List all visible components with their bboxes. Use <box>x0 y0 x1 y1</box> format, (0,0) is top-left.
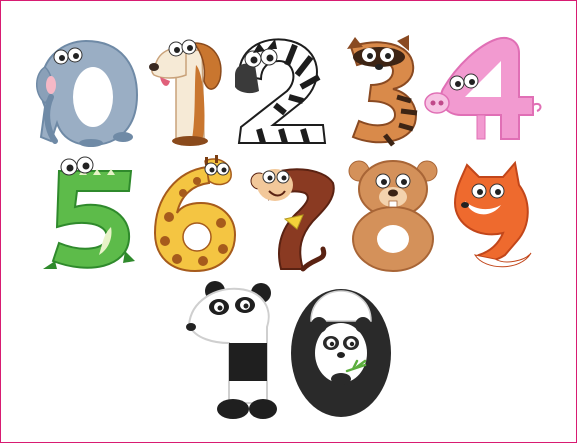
elephant-numeral-zero: 0 <box>31 37 141 149</box>
panda-numeral-zero: 0 <box>287 281 395 421</box>
crocodile-numeral-five: 5 <box>39 156 137 273</box>
pig-icon <box>424 37 542 140</box>
zebra-icon <box>235 38 327 144</box>
zebra-numeral-two: 2 <box>229 35 329 147</box>
giraffe-icon <box>153 155 237 273</box>
raccoon-numeral-three: 3 <box>337 35 423 147</box>
raccoon-icon <box>347 35 418 147</box>
dog-numeral-one: 1 <box>146 35 226 147</box>
pig-numeral-four: 4 <box>421 35 545 147</box>
bear-icon <box>348 160 438 272</box>
panda-numeral-one: 1 <box>181 281 277 421</box>
giraffe-numeral-six: 6 <box>147 155 241 273</box>
fox-icon <box>453 160 532 268</box>
monkey-numeral-seven: 7 <box>245 157 341 273</box>
dog-icon <box>149 39 222 146</box>
fox-numeral-nine: 9 <box>445 155 537 273</box>
panda-icon <box>291 289 391 417</box>
panda-icon <box>186 281 277 419</box>
crocodile-icon <box>43 156 135 269</box>
animal-numbers-illustration: 0 1 2 <box>0 0 577 443</box>
elephant-icon <box>36 39 139 147</box>
bear-numeral-eight: 8 <box>347 157 439 273</box>
monkey-icon <box>250 168 335 272</box>
